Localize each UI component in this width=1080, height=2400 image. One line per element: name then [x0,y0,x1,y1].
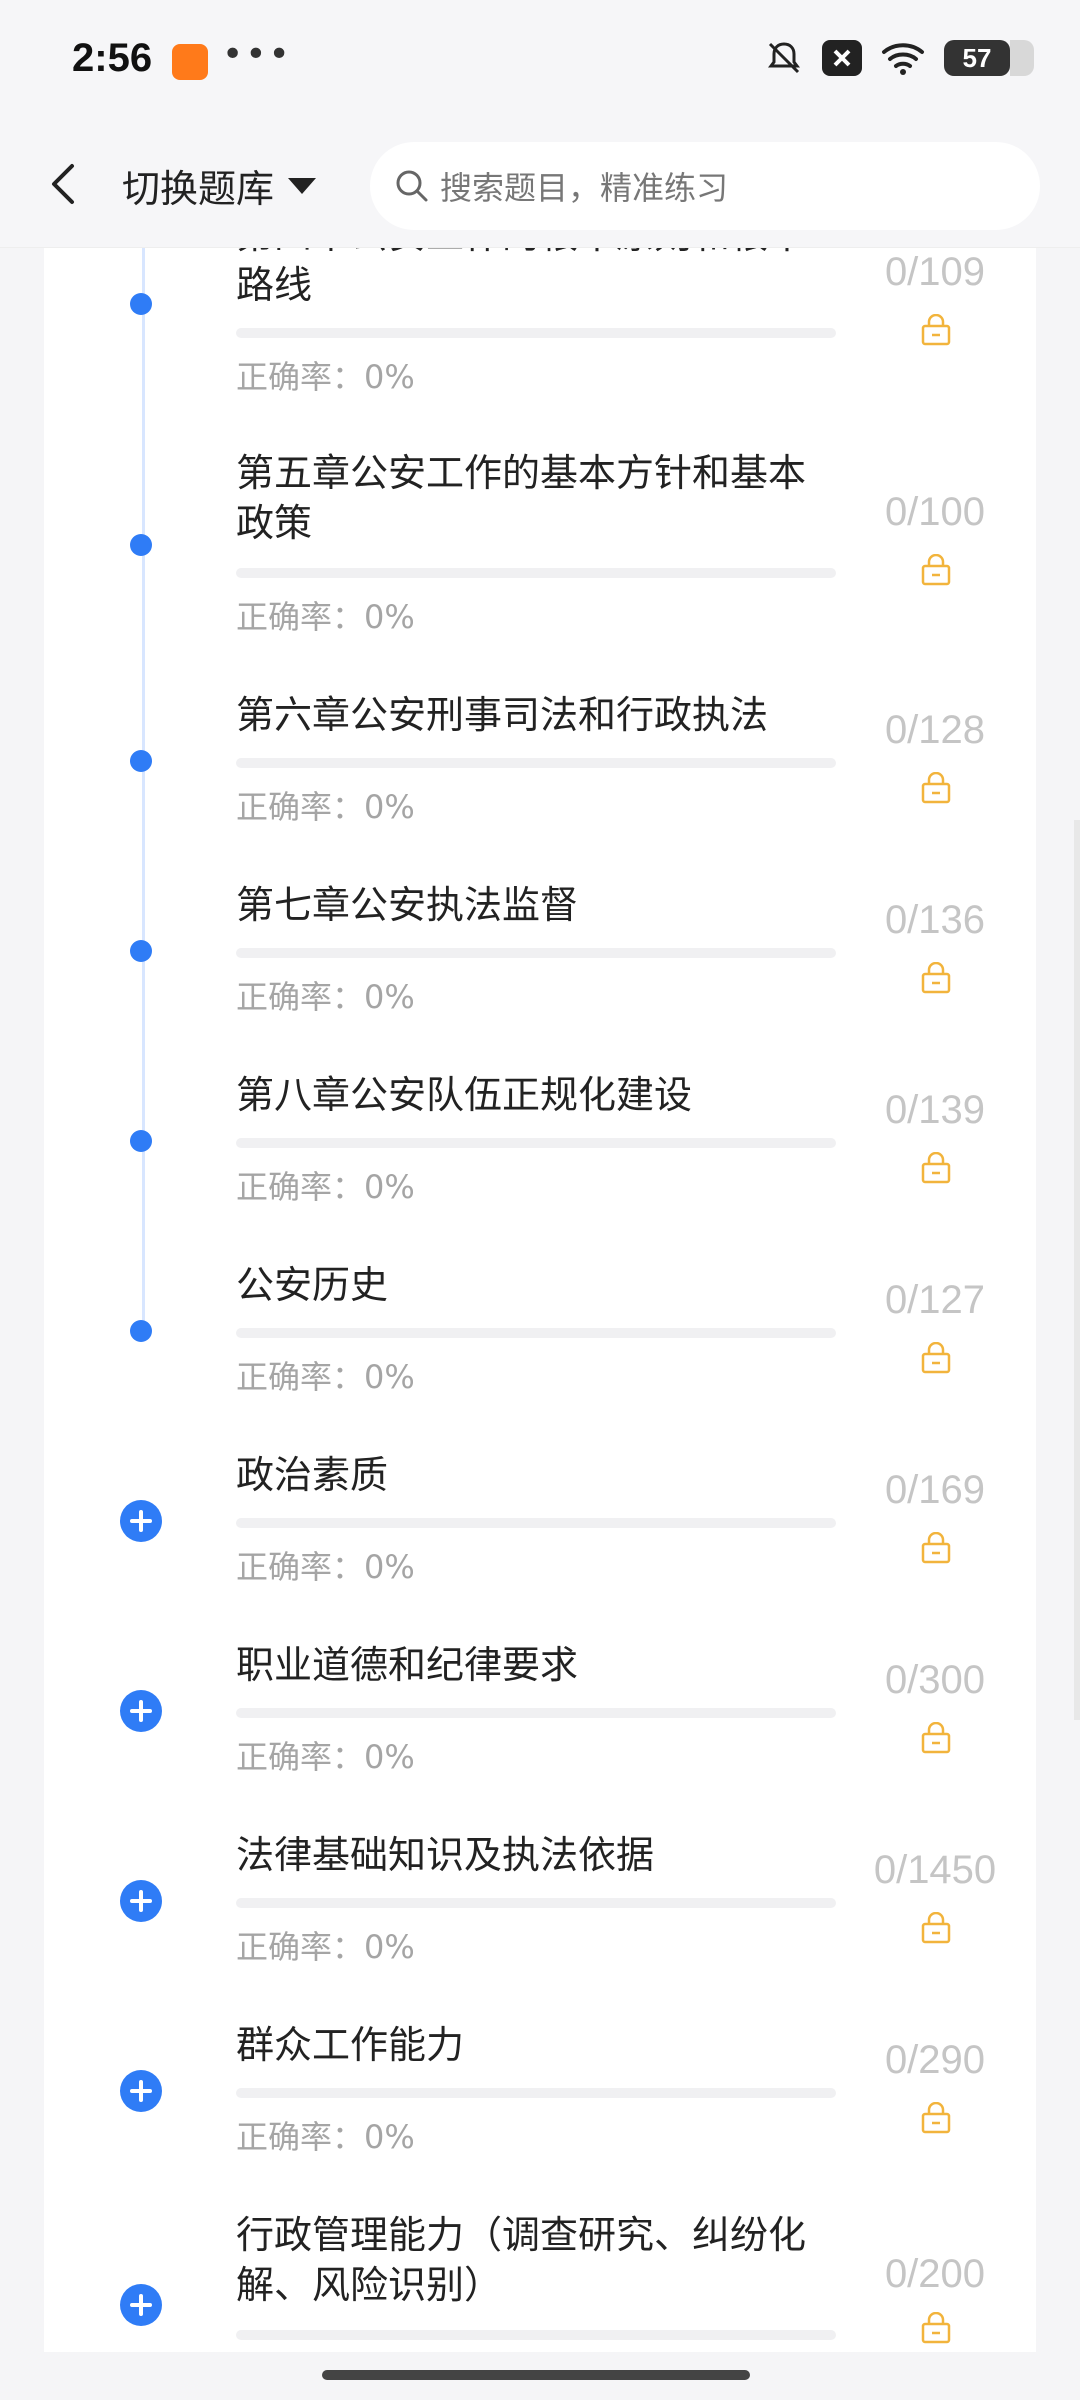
timeline-dot [130,1130,152,1152]
question-count: 0/127 [884,1278,986,1322]
lock-icon[interactable] [920,1532,952,1564]
section-item[interactable]: 法律基础知识及执法依据 正确率：0% 0/1450 [0,1820,1080,2010]
caret-down-icon [288,177,317,194]
progress-bar [236,1138,836,1148]
accuracy-text: 正确率：0% [236,1548,415,1586]
chapter-item[interactable]: 第四章公安工作的根本原则和根本路线 正确率：0% 0/109 [0,248,1080,438]
progress-bar [236,328,836,338]
question-count: 0/169 [884,1468,986,1512]
chapter-item[interactable]: 第八章公安队伍正规化建设 正确率：0% 0/139 [0,1060,1080,1250]
accuracy-text: 正确率：0% [236,1738,415,1776]
more-notifications-icon: ••• [222,34,292,75]
section-title: 法律基础知识及执法依据 [236,1833,655,1877]
chapter-title: 第四章公安工作的根本原则和根本路线 [236,248,806,307]
progress-bar [236,1708,836,1718]
chapter-title: 第五章公安工作的基本方针和基本政策 [236,451,807,545]
question-count: 0/1450 [873,1848,997,1892]
lock-icon[interactable] [920,2312,952,2344]
chapter-item[interactable]: 第六章公安刑事司法和行政执法 正确率：0% 0/128 [0,680,1080,870]
question-count: 0/200 [884,2252,986,2296]
search-input[interactable]: 搜索题目，精准练习 [370,142,1040,230]
accuracy-text: 正确率：0% [236,1168,415,1206]
status-time: 2:56 [72,36,153,80]
bell-muted-icon [768,42,800,74]
chapter-title: 第八章公安队伍正规化建设 [236,1073,693,1117]
question-count: 0/300 [884,1658,986,1702]
accuracy-text: 正确率：0% [236,598,415,636]
home-indicator[interactable] [322,2370,750,2380]
progress-bar [236,2088,836,2098]
screen: 2:56 ••• 57 切换题库 搜索题目，精准练习 路线 正确率：0% 0/1… [0,0,1080,2400]
accuracy-text: 正确率：0% [236,1358,415,1396]
accuracy-text: 正确率：0% [236,358,415,396]
scrollbar[interactable] [1074,820,1080,1720]
close-box-icon [822,40,862,76]
lock-icon[interactable] [920,554,952,586]
expand-plus-icon[interactable] [120,2070,162,2112]
lock-icon[interactable] [920,1722,952,1754]
section-title: 政治素质 [236,1453,389,1497]
section-item[interactable]: 行政管理能力（调查研究、纠纷化解、风险识别） 0/200 [0,2200,1080,2352]
progress-bar [236,758,836,768]
expand-plus-icon[interactable] [120,2284,162,2326]
chapter-item[interactable]: 公安历史 正确率：0% 0/127 [0,1250,1080,1440]
progress-bar [236,568,836,578]
search-placeholder: 搜索题目，精准练习 [440,169,729,207]
question-count: 0/136 [884,898,986,942]
lock-icon[interactable] [920,962,952,994]
top-bar: 切换题库 搜索题目，精准练习 [0,120,1080,248]
lock-icon[interactable] [920,2102,952,2134]
progress-bar [236,1518,836,1528]
question-count: 0/100 [884,490,986,534]
question-count: 0/109 [884,250,986,294]
back-icon[interactable] [44,160,84,208]
progress-bar [236,2330,836,2340]
timeline-dot [130,1320,152,1342]
expand-plus-icon[interactable] [120,1880,162,1922]
section-item[interactable]: 政治素质 正确率：0% 0/169 [0,1440,1080,1630]
question-count: 0/290 [884,2038,986,2082]
section-title: 职业道德和纪律要求 [236,1643,579,1687]
progress-bar [236,1328,836,1338]
section-item[interactable]: 群众工作能力 正确率：0% 0/290 [0,2010,1080,2200]
lock-icon[interactable] [920,1152,952,1184]
status-bar: 2:56 ••• 57 [0,0,1080,120]
lock-icon[interactable] [920,314,952,346]
section-item[interactable]: 职业道德和纪律要求 正确率：0% 0/300 [0,1630,1080,1820]
switch-bank-label: 切换题库 [122,167,275,211]
wifi-icon [882,43,924,75]
expand-plus-icon[interactable] [120,1690,162,1732]
chapter-list: 第四章公安工作的根本原则和根本路线 正确率：0% 0/109 第五章公安工作的基… [0,248,1080,2352]
accuracy-text: 正确率：0% [236,978,415,1016]
app-notification-icon [172,44,208,80]
timeline-dot [130,534,152,556]
lock-icon[interactable] [920,1342,952,1374]
timeline-dot [130,293,152,315]
progress-bar [236,1898,836,1908]
section-title: 行政管理能力（调查研究、纠纷化解、风险识别） [236,2213,807,2307]
status-icons: 57 [764,38,1034,78]
search-icon [396,170,428,202]
chapter-title: 公安历史 [236,1263,389,1307]
timeline-dot [130,940,152,962]
battery-icon: 57 [944,40,1034,76]
accuracy-text: 正确率：0% [236,1928,415,1966]
accuracy-text: 正确率：0% [236,2118,415,2156]
chapter-title: 第七章公安执法监督 [236,883,579,927]
switch-bank-dropdown[interactable]: 切换题库 [122,158,317,213]
timeline-dot [130,750,152,772]
lock-icon[interactable] [920,1912,952,1944]
progress-bar [236,948,836,958]
chapter-item[interactable]: 第七章公安执法监督 正确率：0% 0/136 [0,870,1080,1060]
expand-plus-icon[interactable] [120,1500,162,1542]
question-count: 0/139 [884,1088,986,1132]
chapter-item[interactable]: 第五章公安工作的基本方针和基本政策 正确率：0% 0/100 [0,438,1080,680]
lock-icon[interactable] [920,772,952,804]
section-title: 群众工作能力 [236,2023,465,2067]
question-count: 0/128 [884,708,986,752]
chapter-title: 第六章公安刑事司法和行政执法 [236,693,769,737]
accuracy-text: 正确率：0% [236,788,415,826]
